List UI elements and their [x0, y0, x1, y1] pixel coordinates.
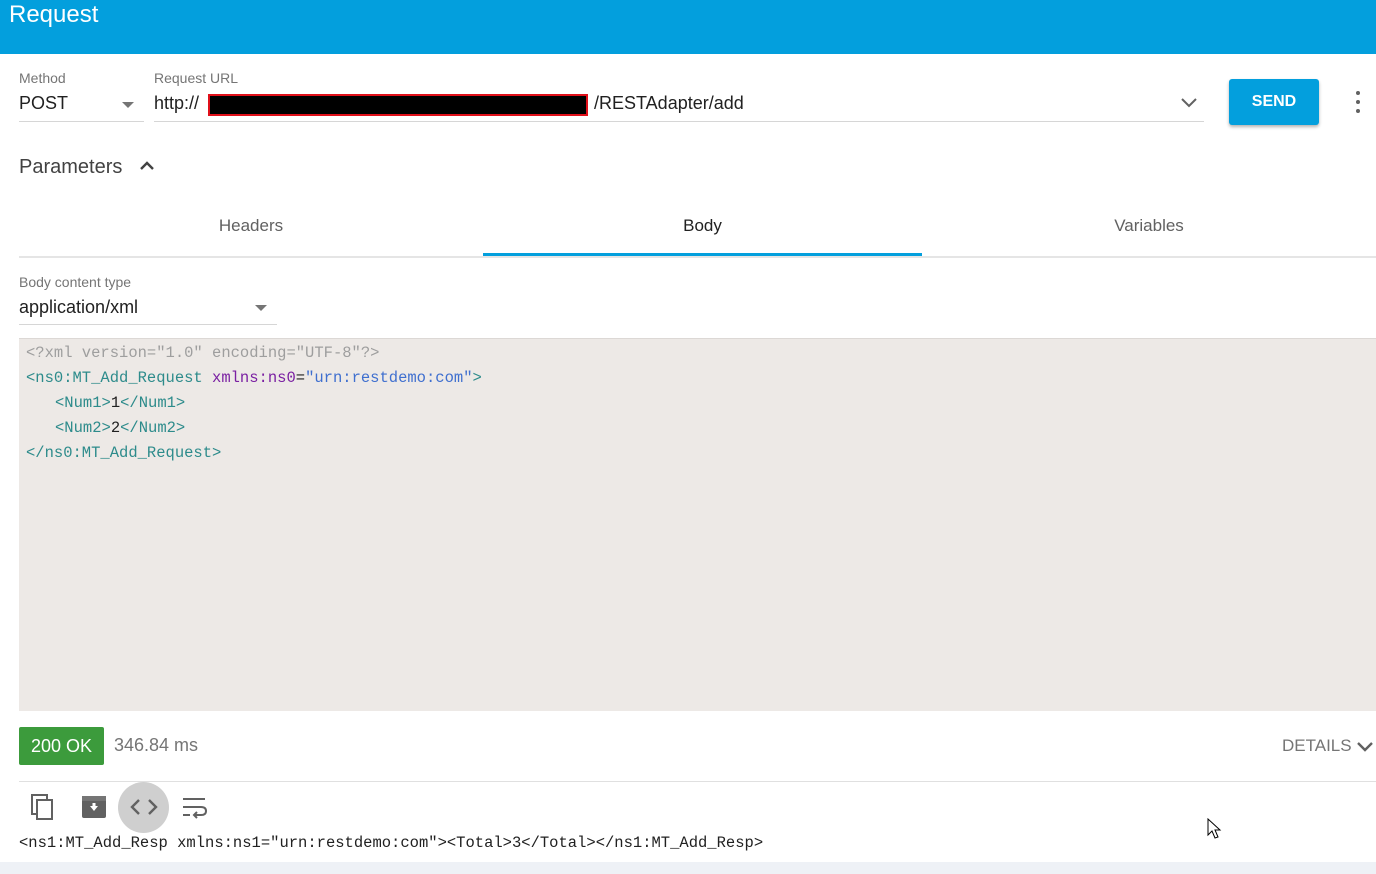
response-time: 346.84 ms — [114, 735, 199, 755]
url-underline — [154, 121, 1204, 122]
url-prefix: http:// — [154, 93, 200, 113]
url-history-chevron-down-icon[interactable] — [1180, 96, 1198, 110]
body-content-type-label: Body content type — [19, 274, 132, 290]
method-underline — [19, 121, 144, 122]
content-type-dropdown-arrow-icon — [255, 305, 267, 311]
code-attr-value: "urn:restdemo:com" — [305, 369, 473, 387]
code-line-2: <ns0:MT_Add_Request xmlns:ns0="urn:restd… — [26, 367, 482, 389]
wrap-text-icon[interactable] — [177, 790, 211, 824]
body-editor[interactable]: <?xml version="1.0" encoding="UTF-8"?> <… — [19, 338, 1376, 711]
code-num1-close: </Num1> — [120, 394, 186, 412]
mouse-cursor-icon — [1207, 818, 1222, 839]
details-toggle[interactable]: DETAILS — [1282, 730, 1376, 762]
chevron-down-icon — [1357, 742, 1373, 752]
send-button[interactable]: SEND — [1229, 79, 1319, 125]
code-line-4: <Num2>2</Num2> — [55, 417, 185, 439]
code-num2-close: </Num2> — [120, 419, 186, 437]
code-num2-open: <Num2> — [55, 419, 111, 437]
parameters-title: Parameters — [19, 156, 123, 178]
save-icon[interactable] — [77, 790, 111, 824]
bottom-strip — [0, 862, 1376, 874]
status-badge: 200 OK — [19, 727, 104, 765]
code-tag-open: <ns0:MT_Add_Request — [26, 369, 213, 387]
code-attr: xmlns:ns0 — [212, 369, 296, 387]
response-divider — [19, 781, 1376, 782]
copy-icon[interactable] — [27, 790, 61, 824]
parameters-tabs: Headers Body Variables — [19, 198, 1376, 258]
content-type-underline — [19, 324, 277, 325]
code-icon[interactable] — [127, 790, 161, 824]
code-num1-open: <Num1> — [55, 394, 111, 412]
code-line-1: <?xml version="1.0" encoding="UTF-8"?> — [26, 344, 380, 362]
response-body: <ns1:MT_Add_Resp xmlns:ns1="urn:restdemo… — [19, 834, 764, 852]
method-dropdown-arrow-icon — [122, 102, 134, 108]
code-tag-close: > — [472, 369, 482, 387]
tab-variables[interactable]: Variables — [922, 198, 1376, 254]
tab-headers[interactable]: Headers — [19, 198, 483, 254]
code-eq: = — [295, 369, 306, 387]
method-label: Method — [19, 70, 66, 86]
code-line-3: <Num1>1</Num1> — [55, 392, 185, 414]
body-content-type-select[interactable]: application/xml — [19, 293, 277, 325]
active-tab-indicator — [483, 253, 922, 256]
method-value: POST — [19, 93, 69, 113]
url-suffix: /RESTAdapter/add — [594, 93, 744, 113]
code-num1-value: 1 — [110, 394, 121, 412]
page-title: Request — [9, 1, 99, 28]
chevron-up-icon[interactable] — [139, 159, 155, 173]
app-header: Request — [0, 0, 1376, 54]
more-vert-icon[interactable] — [1352, 89, 1364, 115]
code-line-5: </ns0:MT_Add_Request> — [26, 444, 222, 462]
code-num2-value: 2 — [110, 419, 121, 437]
method-select[interactable]: POST — [19, 88, 144, 122]
redacted-host — [208, 94, 588, 116]
details-label: DETAILS — [1282, 736, 1352, 755]
body-content-type-value: application/xml — [19, 297, 139, 317]
url-label: Request URL — [154, 70, 239, 86]
tab-body[interactable]: Body — [483, 198, 922, 254]
